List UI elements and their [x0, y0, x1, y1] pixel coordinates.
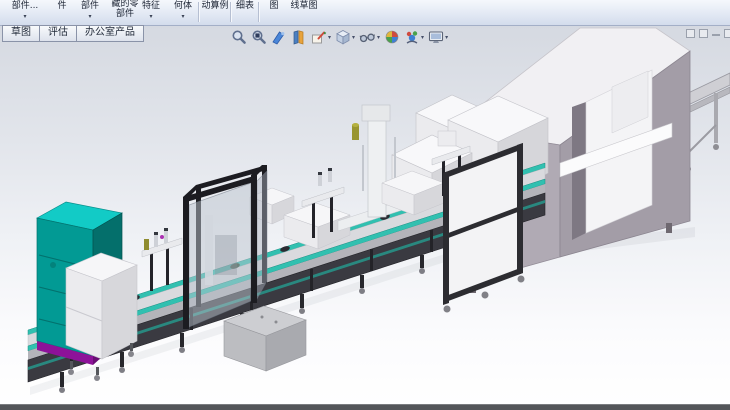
- solidworks-window: 部件... ▾ 件 部件 ▾ 藏的零 部件 特征 ▾ 何体 ▾ 动算例 细表: [0, 0, 730, 410]
- hide-show-items-icon[interactable]: ▾: [358, 28, 381, 46]
- zoom-to-area-icon[interactable]: [250, 28, 268, 46]
- status-strip: [0, 404, 730, 410]
- cmd-fasteners-button[interactable]: 件: [50, 0, 74, 25]
- chevron-down-icon[interactable]: ▾: [352, 34, 355, 41]
- cmd-button-label: 动算例: [200, 2, 230, 11]
- chevron-down-icon[interactable]: ▾: [421, 34, 424, 41]
- view-orientation-icon[interactable]: ▾: [310, 28, 332, 46]
- display-style-icon[interactable]: ▾: [334, 28, 356, 46]
- cmd-button-label: 细表: [232, 2, 258, 11]
- section-view-icon[interactable]: [290, 28, 308, 46]
- window-close-icon[interactable]: [724, 29, 730, 38]
- chevron-down-icon[interactable]: ▾: [4, 14, 46, 20]
- commandmanager-tab-bar: 草图 评估 办公室产品: [2, 25, 143, 42]
- chevron-down-icon[interactable]: ▾: [76, 14, 104, 20]
- cmd-assembly-features-button[interactable]: 特征 ▾: [136, 0, 166, 25]
- right-exit-conveyor[interactable]: [684, 73, 730, 172]
- view-settings-icon[interactable]: ▾: [427, 28, 449, 46]
- cmd-motion-study-button[interactable]: 动算例: [200, 0, 230, 25]
- edit-appearance-icon[interactable]: [383, 28, 401, 46]
- apply-scene-icon[interactable]: ▾: [403, 28, 425, 46]
- window-restore-icon[interactable]: [686, 29, 695, 38]
- previous-view-icon[interactable]: [270, 28, 288, 46]
- dark-frame-cabinet[interactable]: [443, 143, 525, 313]
- cmd-button-label: 件: [50, 2, 74, 11]
- tab-sketch[interactable]: 草图: [2, 25, 40, 42]
- tab-evaluate[interactable]: 评估: [39, 25, 77, 42]
- cmd-button-label: 线草图: [286, 2, 322, 11]
- chevron-down-icon[interactable]: ▾: [328, 34, 331, 41]
- cmd-button-label: 特征: [136, 2, 166, 11]
- cmd-button-label: 图: [262, 2, 286, 11]
- assembly-3d-model[interactable]: [0, 25, 730, 410]
- document-window-controls: [682, 27, 730, 39]
- cmd-button-label: 部件: [76, 2, 104, 11]
- toolbar-separator: [258, 2, 259, 22]
- cmd-button-label: 部件...: [4, 2, 46, 11]
- command-manager: 部件... ▾ 件 部件 ▾ 藏的零 部件 特征 ▾ 何体 ▾ 动算例 细表: [0, 0, 730, 26]
- cmd-insert-components-button[interactable]: 部件... ▾: [4, 0, 46, 25]
- tab-office-products[interactable]: 办公室产品: [76, 25, 144, 42]
- cmd-explode-line-sketch-button[interactable]: 线草图: [286, 0, 322, 25]
- graphics-viewport[interactable]: 草图 评估 办公室产品 ▾ ▾: [0, 25, 730, 410]
- toolbar-separator: [230, 2, 231, 22]
- toolbar-separator: [198, 2, 199, 22]
- cmd-exploded-view-button[interactable]: 图: [262, 0, 286, 25]
- cmd-button-label: 何体: [168, 2, 198, 11]
- cmd-reference-geometry-button[interactable]: 何体 ▾: [168, 0, 198, 25]
- floor-gray-box[interactable]: [224, 306, 306, 371]
- chevron-down-icon[interactable]: ▾: [445, 34, 448, 41]
- window-maximize-icon[interactable]: [699, 29, 708, 38]
- window-minimize-icon[interactable]: [712, 34, 720, 37]
- zoom-to-fit-icon[interactable]: [230, 28, 248, 46]
- heads-up-view-toolbar: ▾ ▾ ▾ ▾ ▾: [230, 28, 451, 46]
- cmd-move-component-button[interactable]: 部件 ▾: [76, 0, 104, 25]
- chevron-down-icon[interactable]: ▾: [136, 14, 166, 20]
- chevron-down-icon[interactable]: ▾: [377, 34, 380, 41]
- cmd-bill-of-materials-button[interactable]: 细表: [232, 0, 258, 25]
- chevron-down-icon[interactable]: ▾: [168, 14, 198, 20]
